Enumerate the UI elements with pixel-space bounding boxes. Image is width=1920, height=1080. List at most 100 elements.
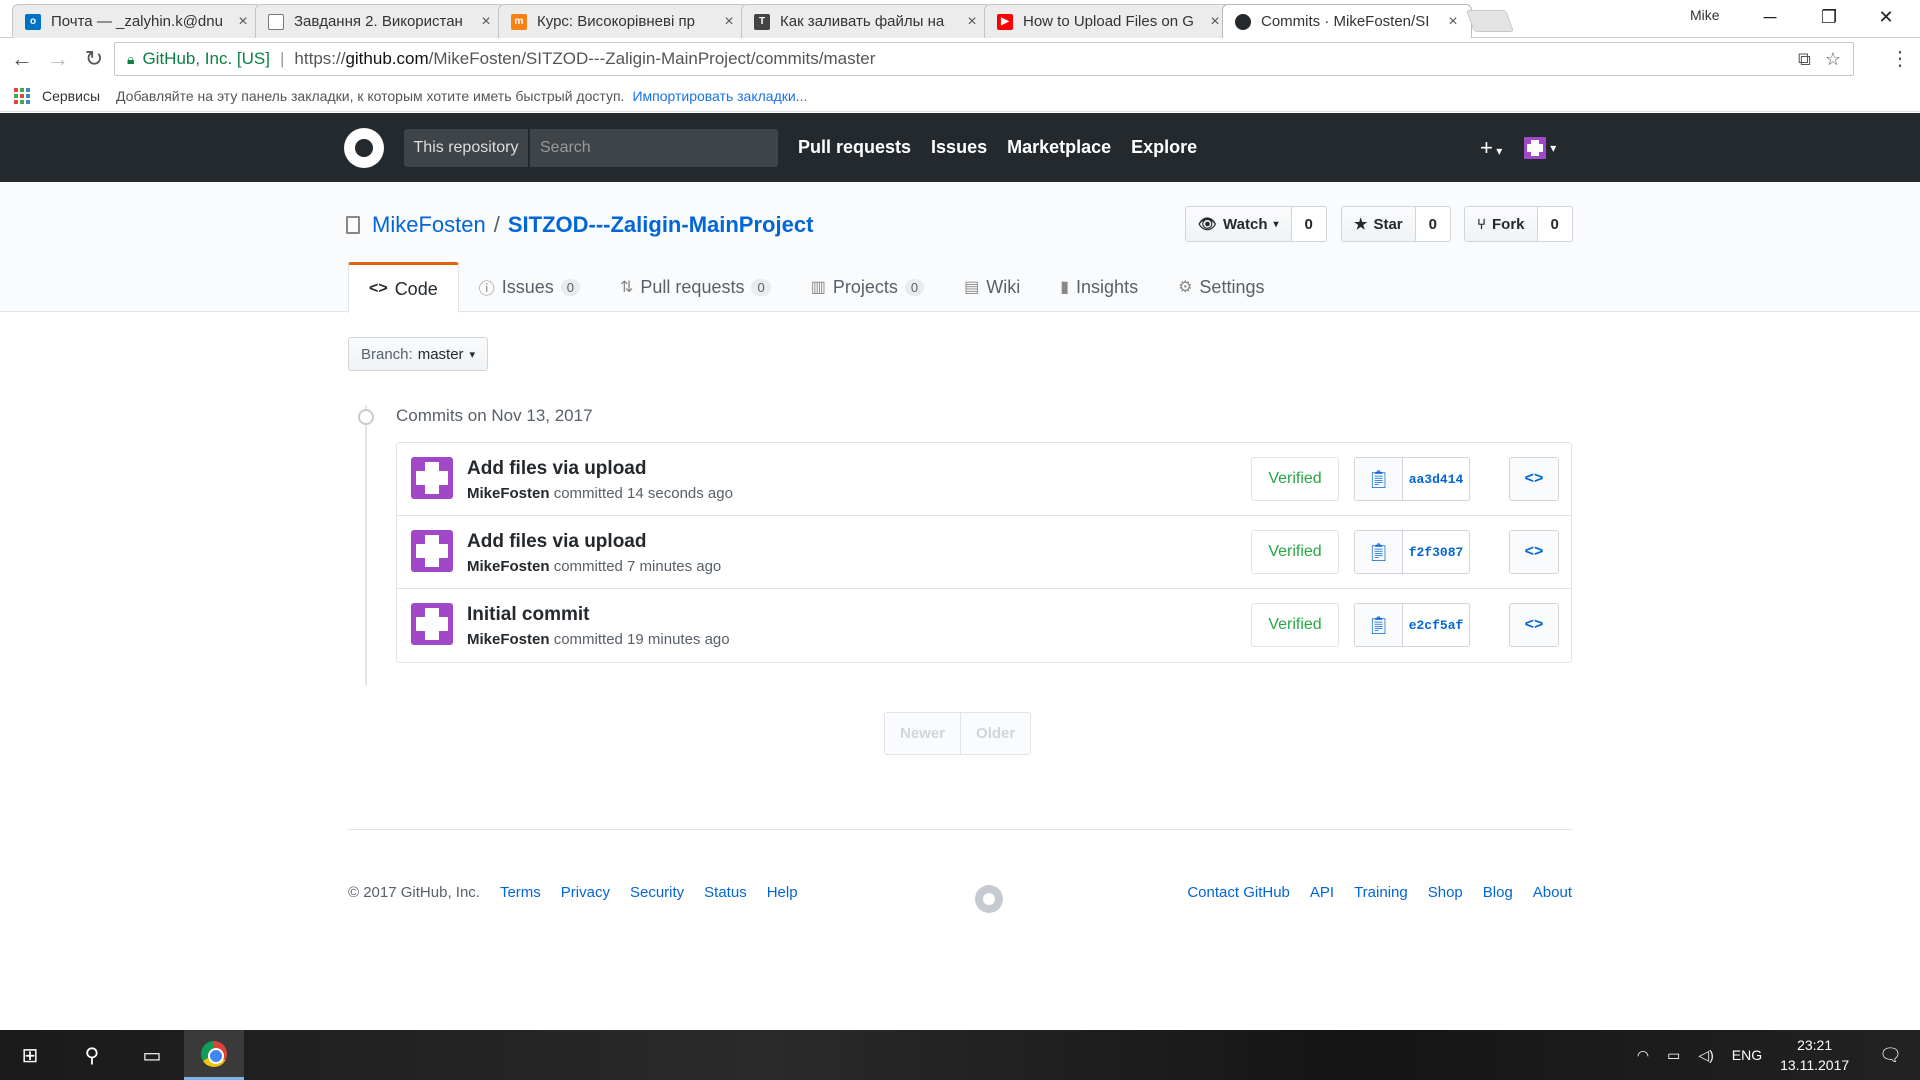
avatar[interactable] (411, 457, 453, 499)
close-icon[interactable]: × (478, 13, 494, 31)
graph-icon: ▮ (1060, 279, 1070, 296)
browse-code-icon[interactable]: <> (1509, 457, 1559, 501)
browser-menu-icon[interactable]: ⋮ (1890, 46, 1910, 71)
nav-explore[interactable]: Explore (1131, 137, 1197, 158)
footer-link-api[interactable]: API (1310, 884, 1334, 901)
search-icon[interactable]: ⚲ (62, 1030, 122, 1080)
fork-count[interactable]: 0 (1538, 207, 1572, 241)
commit-author[interactable]: MikeFosten (467, 631, 550, 648)
import-bookmarks-link[interactable]: Импортировать закладки... (632, 88, 807, 104)
clipboard-icon[interactable]: 📋︎ (1355, 604, 1403, 646)
star-button[interactable]: ★ Star (1342, 207, 1416, 241)
browser-tab-commits[interactable]: Commits · MikeFosten/SI × (1222, 4, 1472, 38)
clipboard-icon[interactable]: 📋︎ (1355, 458, 1403, 500)
fork-button[interactable]: ⑂ Fork (1465, 207, 1538, 241)
tab-issues[interactable]: ⓘ Issues 0 (459, 262, 600, 312)
commit-list: Add files via upload MikeFosten committe… (396, 442, 1572, 663)
browser-tab-upload-files[interactable]: T Как заливать файлы на × (741, 4, 991, 38)
nav-pull-requests[interactable]: Pull requests (798, 137, 911, 158)
browser-tab-mail[interactable]: o Почта — _zalyhin.k@dnu × (12, 4, 262, 38)
close-icon[interactable]: × (721, 13, 737, 31)
clock[interactable]: 23:21 13.11.2017 (1780, 1035, 1849, 1075)
close-icon[interactable]: × (1207, 13, 1223, 31)
verified-badge[interactable]: Verified (1251, 530, 1339, 574)
notifications-icon[interactable]: 🗨︎ (1879, 1045, 1902, 1066)
reload-icon[interactable]: ↻ (76, 41, 112, 77)
close-icon[interactable]: × (235, 13, 251, 31)
commit-message[interactable]: Add files via upload (467, 531, 646, 553)
browse-code-icon[interactable]: <> (1509, 530, 1559, 574)
commit-row: Initial commit MikeFosten committed 19 m… (397, 589, 1571, 662)
tab-title: Commits · MikeFosten/SI (1261, 13, 1430, 30)
commit-author[interactable]: MikeFosten (467, 558, 550, 575)
commit-author[interactable]: MikeFosten (467, 485, 550, 502)
browser-tab-course[interactable]: m Курс: Високорівневі пр × (498, 4, 748, 38)
tab-settings[interactable]: ⚙ Settings (1158, 262, 1284, 312)
battery-icon[interactable]: ▭ (1667, 1047, 1680, 1064)
nav-issues[interactable]: Issues (931, 137, 987, 158)
github-logo-icon[interactable] (344, 128, 384, 168)
watch-count[interactable]: 0 (1292, 207, 1326, 241)
footer-link-help[interactable]: Help (767, 884, 798, 901)
close-window-icon[interactable]: ✕ (1862, 0, 1910, 34)
verified-badge[interactable]: Verified (1251, 603, 1339, 647)
tab-pull-requests[interactable]: ⇅ Pull requests 0 (600, 262, 791, 312)
restore-icon[interactable]: ❐ (1805, 0, 1853, 34)
network-icon[interactable]: ◠ (1637, 1047, 1649, 1064)
older-button[interactable]: Older (961, 713, 1031, 754)
tab-projects[interactable]: ▥ Projects 0 (791, 262, 944, 312)
repo-owner-link[interactable]: MikeFosten (372, 212, 486, 238)
forward-icon[interactable]: → (40, 41, 76, 77)
back-icon[interactable]: ← (4, 41, 40, 77)
clipboard-icon[interactable]: 📋︎ (1355, 531, 1403, 573)
windows-start-icon[interactable]: ⊞ (0, 1030, 60, 1080)
apps-label[interactable]: Сервисы (42, 88, 100, 104)
footer-link-training[interactable]: Training (1354, 884, 1408, 901)
commit-message[interactable]: Add files via upload (467, 458, 646, 480)
tab-insights[interactable]: ▮ Insights (1040, 262, 1158, 312)
tab-code[interactable]: <> Code (348, 262, 459, 313)
new-tab-button[interactable] (1465, 10, 1515, 32)
star-count[interactable]: 0 (1416, 207, 1450, 241)
watch-button[interactable]: 👁︎ Watch ▾ (1186, 207, 1292, 241)
close-icon[interactable]: × (964, 13, 980, 31)
minimize-icon[interactable]: ─ (1746, 0, 1794, 34)
footer-link-privacy[interactable]: Privacy (561, 884, 610, 901)
nav-marketplace[interactable]: Marketplace (1007, 137, 1111, 158)
chrome-taskbar-button[interactable] (184, 1030, 244, 1080)
apps-icon[interactable] (14, 87, 30, 104)
user-menu-button[interactable]: ▾ (1524, 137, 1556, 159)
newer-button[interactable]: Newer (885, 713, 962, 754)
tab-wiki[interactable]: ▤ Wiki (944, 262, 1040, 312)
bookmark-star-icon[interactable]: ☆ (1825, 49, 1841, 70)
task-view-icon[interactable]: ▭ (122, 1030, 182, 1080)
close-icon[interactable]: × (1445, 13, 1461, 31)
footer-link-blog[interactable]: Blog (1483, 884, 1513, 901)
commit-sha-link[interactable]: aa3d414 (1403, 458, 1469, 500)
commit-sha-link[interactable]: f2f3087 (1403, 531, 1469, 573)
create-new-button[interactable]: + ▾ (1480, 135, 1502, 161)
avatar[interactable] (411, 530, 453, 572)
address-bar[interactable]: 🔒︎ GitHub, Inc. [US] | https://github.co… (114, 42, 1854, 76)
profile-name[interactable]: Mike (1690, 7, 1720, 23)
footer-link-shop[interactable]: Shop (1428, 884, 1463, 901)
footer-link-contact[interactable]: Contact GitHub (1187, 884, 1290, 901)
search-input[interactable] (530, 129, 778, 167)
browse-code-icon[interactable]: <> (1509, 603, 1559, 647)
language-indicator[interactable]: ENG (1732, 1047, 1762, 1063)
avatar[interactable] (411, 603, 453, 645)
verified-badge[interactable]: Verified (1251, 457, 1339, 501)
repo-name-link[interactable]: SITZOD---Zaligin-MainProject (508, 212, 814, 238)
footer-link-status[interactable]: Status (704, 884, 747, 901)
commit-message[interactable]: Initial commit (467, 604, 589, 626)
browser-tab-assignment[interactable]: Завдання 2. Використан × (255, 4, 505, 38)
volume-icon[interactable]: ◁) (1698, 1047, 1713, 1064)
branch-select[interactable]: Branch: master ▾ (348, 337, 489, 371)
translate-icon[interactable]: ⧉ (1798, 49, 1811, 70)
browser-tab-youtube[interactable]: ▶ How to Upload Files on G × (984, 4, 1234, 38)
commit-sha-link[interactable]: e2cf5af (1403, 604, 1469, 646)
footer-link-terms[interactable]: Terms (500, 884, 541, 901)
footer-link-about[interactable]: About (1533, 884, 1572, 901)
footer-link-security[interactable]: Security (630, 884, 684, 901)
github-mark-icon[interactable] (975, 885, 1003, 913)
